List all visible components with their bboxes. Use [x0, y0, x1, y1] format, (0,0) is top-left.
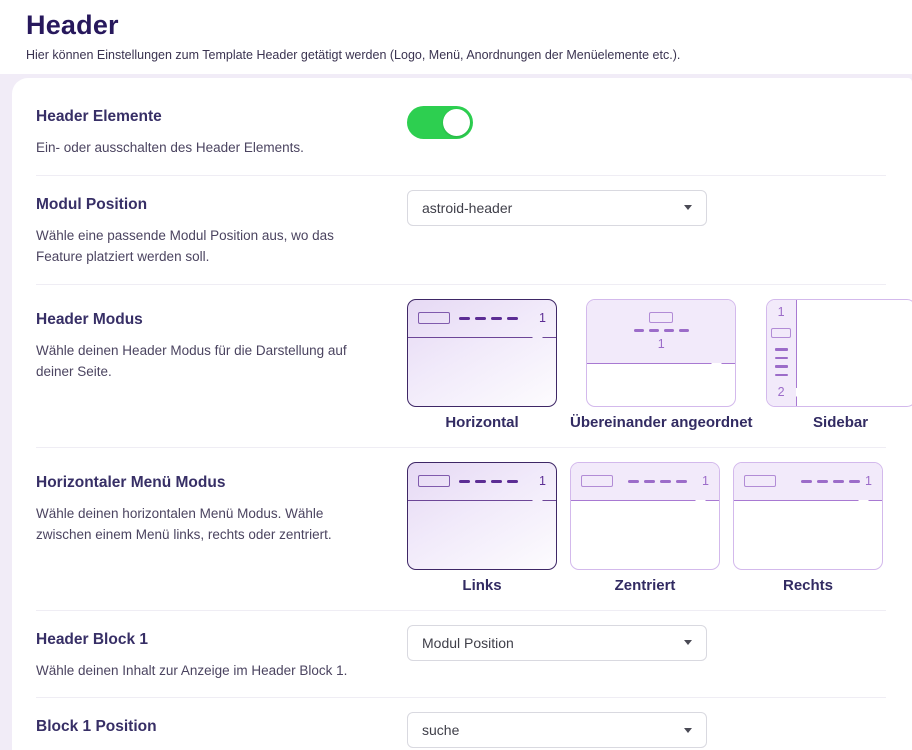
field-label-header-modus: Header Modus	[36, 311, 377, 329]
menu-dashes-vertical	[775, 348, 788, 376]
toggle-knob	[443, 109, 470, 136]
settings-card: Header Elemente Ein- oder ausschalten de…	[12, 78, 912, 750]
menue-modus-option-rechts[interactable]: 1	[733, 462, 883, 570]
option-caption: Zentriert	[615, 577, 676, 594]
option-caption: Links	[462, 577, 501, 594]
menu-dashes	[634, 329, 689, 332]
field-desc-header-elemente: Ein- oder ausschalten des Header Element…	[36, 137, 377, 159]
field-label-header-elemente: Header Elemente	[36, 108, 377, 126]
field-label-modul-position: Modul Position	[36, 196, 377, 214]
row-modul-position: Modul Position Wähle eine passende Modul…	[36, 176, 886, 285]
menu-dashes	[459, 480, 518, 483]
header-modus-option-sidebar[interactable]: 1 2	[766, 299, 912, 407]
chevron-down-icon	[684, 640, 692, 645]
header-modus-option-stacked[interactable]: 1	[586, 299, 736, 407]
logo-placeholder	[418, 312, 450, 324]
field-desc-menue-modus: Wähle deinen horizontalen Menü Modus. Wä…	[36, 503, 377, 546]
position-badge-bottom: 2	[778, 386, 785, 399]
menue-modus-option-zentriert[interactable]: 1	[570, 462, 720, 570]
row-header-block-1: Header Block 1 Wähle deinen Inhalt zur A…	[36, 611, 886, 699]
content-area: Header Elemente Ein- oder ausschalten de…	[0, 74, 912, 750]
row-block-1-position: Block 1 Position Wähle eine Position für…	[36, 698, 886, 750]
menu-dashes	[459, 317, 518, 320]
block-1-position-select[interactable]: suche	[407, 712, 707, 748]
block-1-position-select-value: suche	[422, 722, 459, 738]
field-desc-header-block-1: Wähle deinen Inhalt zur Anzeige im Heade…	[36, 660, 377, 682]
row-header-elemente: Header Elemente Ein- oder ausschalten de…	[36, 88, 886, 176]
header-modus-option-horizontal[interactable]: 1	[407, 299, 557, 407]
menue-modus-option-links[interactable]: 1	[407, 462, 557, 570]
position-badge: 1	[658, 338, 665, 351]
header-elemente-toggle[interactable]	[407, 106, 473, 139]
position-badge: 1	[539, 475, 546, 488]
field-label-block-1-position: Block 1 Position	[36, 718, 377, 736]
option-caption: Horizontal	[445, 414, 518, 431]
logo-placeholder	[771, 328, 791, 338]
logo-placeholder	[744, 475, 776, 487]
option-caption: Übereinander angeordnet	[570, 414, 753, 431]
position-badge: 1	[539, 312, 546, 325]
logo-placeholder	[649, 312, 673, 323]
menue-modus-options: 1 Links 1	[407, 462, 886, 594]
option-caption: Rechts	[783, 577, 833, 594]
page-subtitle: Hier können Einstellungen zum Template H…	[26, 48, 884, 62]
row-menue-modus: Horizontaler Menü Modus Wähle deinen hor…	[36, 448, 886, 611]
logo-placeholder	[418, 475, 450, 487]
header-block-1-select-value: Modul Position	[422, 635, 514, 651]
chevron-down-icon	[684, 728, 692, 733]
field-label-menue-modus: Horizontaler Menü Modus	[36, 474, 377, 492]
position-badge: 1	[702, 475, 709, 488]
modul-position-select-value: astroid-header	[422, 200, 512, 216]
page-title: Header	[26, 10, 884, 41]
row-header-modus: Header Modus Wähle deinen Header Modus f…	[36, 285, 886, 448]
option-caption: Sidebar	[813, 414, 868, 431]
logo-placeholder	[581, 475, 613, 487]
chevron-down-icon	[684, 205, 692, 210]
menu-dashes	[801, 480, 860, 483]
header-modus-options: 1 Horizontal 1	[407, 299, 912, 431]
position-badge: 1	[865, 475, 872, 488]
page-header: Header Hier können Einstellungen zum Tem…	[0, 0, 912, 74]
field-desc-header-modus: Wähle deinen Header Modus für die Darste…	[36, 340, 377, 383]
field-label-header-block-1: Header Block 1	[36, 631, 377, 649]
position-badge-top: 1	[778, 306, 785, 319]
field-desc-modul-position: Wähle eine passende Modul Position aus, …	[36, 225, 377, 268]
header-block-1-select[interactable]: Modul Position	[407, 625, 707, 661]
modul-position-select[interactable]: astroid-header	[407, 190, 707, 226]
menu-dashes	[613, 480, 702, 483]
